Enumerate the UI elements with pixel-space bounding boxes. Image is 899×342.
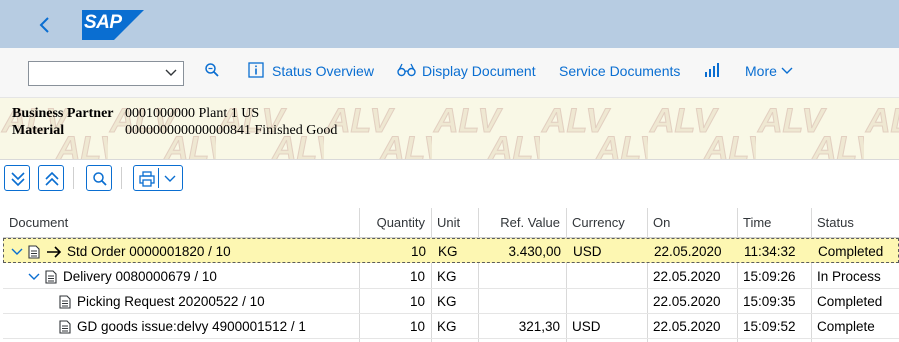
time-cell: 15:09:52 <box>743 319 796 334</box>
toolbar-divider <box>121 167 122 189</box>
chevron-down-icon <box>781 67 793 74</box>
business-partner-row: Business Partner 0001000000 Plant 1 US <box>12 106 259 122</box>
business-partner-label: Business Partner <box>12 106 114 121</box>
more-button[interactable]: More <box>745 63 793 79</box>
variant-select[interactable] <box>28 61 184 86</box>
quantity-cell: 10 <box>410 244 426 259</box>
col-header-status[interactable]: Status <box>811 208 899 238</box>
print-button[interactable] <box>133 165 183 191</box>
collapse-all-icon <box>45 171 59 186</box>
col-header-on[interactable]: On <box>647 208 737 238</box>
document-text: GD goods issue:delvy 4900001512 / 1 <box>77 319 306 334</box>
toolbar-divider <box>73 167 74 189</box>
currency-cell <box>566 264 647 289</box>
ref-value-cell: 3.430,00 <box>508 244 561 259</box>
document-text: Std Order 0000001820 / 10 <box>67 244 231 259</box>
table-row[interactable]: Picking Request 20200522 / 10 10 KG 22.0… <box>3 289 899 314</box>
document-cell: Delivery 0080000679 / 10 <box>21 264 359 289</box>
status-cell: Completed <box>818 244 884 259</box>
time-cell: 15:09:26 <box>743 269 796 284</box>
business-partner-value: 0001000000 Plant 1 US <box>125 106 260 121</box>
display-document-button[interactable]: Display Document <box>422 63 536 79</box>
service-documents-button[interactable]: Service Documents <box>559 63 680 79</box>
table-header: Document Quantity Unit Ref. Value Curren… <box>3 208 899 238</box>
chevron-down-icon <box>165 69 177 76</box>
alv-toolbar <box>0 160 899 200</box>
header-panel: ALV ALV Business Partner0001000000 Plant… <box>0 98 899 160</box>
print-icon <box>139 171 155 187</box>
on-cell: 22.05.2020 <box>653 319 721 334</box>
on-cell: 22.05.2020 <box>653 294 721 309</box>
status-cell: In Process <box>817 269 881 284</box>
expand-all-button[interactable] <box>4 165 30 191</box>
document-cell: GD goods issue:delvy 4900001512 / 1 <box>53 314 359 339</box>
shell-bar: SAP <box>0 0 899 48</box>
time-cell: 11:34:32 <box>744 244 796 259</box>
table-row[interactable]: Delivery 0080000679 / 10 10 KG 22.05.202… <box>3 264 899 289</box>
document-cell: Picking Request 20200522 / 10 <box>53 289 359 314</box>
quantity-cell: 10 <box>409 294 425 309</box>
app-toolbar: Status Overview Display Document Service… <box>0 48 899 98</box>
glasses-icon[interactable] <box>397 62 416 78</box>
currency-cell: USD <box>572 319 601 334</box>
unit-cell: KG <box>437 294 457 309</box>
quantity-cell: 10 <box>409 319 425 334</box>
unit-cell: KG <box>437 269 457 284</box>
ref-value-cell <box>478 264 566 289</box>
info-icon[interactable] <box>248 62 264 78</box>
more-label: More <box>745 63 777 79</box>
document-icon <box>45 269 57 284</box>
document-icon <box>59 319 71 334</box>
dropdown-icon <box>164 175 176 182</box>
unit-cell: KG <box>438 244 458 259</box>
status-cell: Complete <box>817 319 875 334</box>
zoom-icon[interactable] <box>204 62 220 78</box>
arrow-right-icon <box>47 245 62 258</box>
collapse-all-button[interactable] <box>38 165 64 191</box>
quantity-cell: 10 <box>409 269 425 284</box>
currency-cell: USD <box>573 244 602 259</box>
currency-cell <box>566 289 647 314</box>
ref-value-cell <box>478 289 566 314</box>
document-cell: Std Order 0000001820 / 10 <box>4 239 360 264</box>
col-header-unit[interactable]: Unit <box>431 208 478 238</box>
col-header-time[interactable]: Time <box>737 208 811 238</box>
material-value: 000000000000000841 Finished Good <box>125 123 338 138</box>
status-cell: Completed <box>817 294 883 309</box>
chevron-down-icon[interactable] <box>10 247 24 257</box>
document-text: Picking Request 20200522 / 10 <box>77 294 265 309</box>
table-row[interactable]: Std Order 0000001820 / 10 10 KG 3.430,00… <box>3 238 899 263</box>
find-button[interactable] <box>86 165 112 191</box>
time-cell: 15:09:35 <box>743 294 796 309</box>
unit-cell: KG <box>437 319 457 334</box>
table-row[interactable]: GD goods issue:delvy 4900001512 / 1 10 K… <box>3 314 899 339</box>
expand-all-icon <box>11 172 25 187</box>
document-text: Delivery 0080000679 / 10 <box>63 269 217 284</box>
col-header-document[interactable]: Document <box>3 208 359 238</box>
col-header-currency[interactable]: Currency <box>566 208 647 238</box>
status-overview-button[interactable]: Status Overview <box>272 63 374 79</box>
button-divider <box>158 168 159 188</box>
ref-value-cell: 321,30 <box>518 319 560 334</box>
back-button[interactable] <box>30 10 60 40</box>
col-header-ref-value[interactable]: Ref. Value <box>478 208 566 238</box>
on-cell: 22.05.2020 <box>653 269 721 284</box>
document-icon <box>59 294 71 309</box>
chevron-down-icon[interactable] <box>27 272 41 282</box>
material-label: Material <box>12 123 65 138</box>
chevron-left-icon <box>39 17 49 33</box>
find-icon <box>93 172 107 186</box>
bar-chart-icon[interactable] <box>704 62 720 78</box>
col-header-quantity[interactable]: Quantity <box>359 208 431 238</box>
on-cell: 22.05.2020 <box>654 244 722 259</box>
material-row: Material 000000000000000841 Finished Good <box>12 123 337 139</box>
sap-logo-text: SAP <box>84 12 122 33</box>
document-icon <box>28 244 40 259</box>
